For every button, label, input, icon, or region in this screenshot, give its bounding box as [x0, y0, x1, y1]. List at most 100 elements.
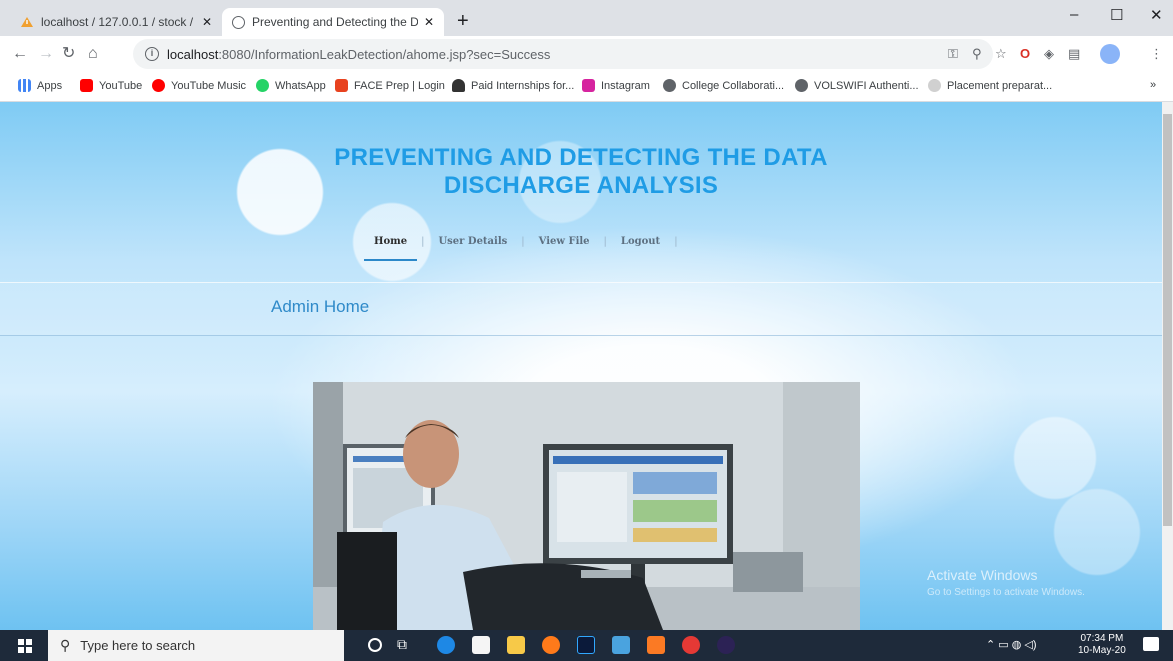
scrollbar-thumb[interactable]	[1163, 114, 1172, 526]
page-title: PREVENTING AND DETECTING THE DATA DISCHA…	[0, 144, 1162, 200]
firefox-icon[interactable]	[542, 636, 560, 654]
bookmarks-overflow-button[interactable]: »	[1150, 79, 1156, 91]
face-prep-icon	[335, 79, 348, 92]
bookmark-internships[interactable]: Paid Internships for...	[452, 79, 574, 92]
eclipse-icon[interactable]	[717, 636, 735, 654]
chrome-icon[interactable]	[682, 636, 700, 654]
bookmark-placement[interactable]: Placement preparat...	[928, 79, 1052, 92]
url-path: :8080/InformationLeakDetection/ahome.jsp…	[218, 46, 551, 62]
taskbar-clock[interactable]: 07:34 PM 10-May-20	[1078, 633, 1126, 657]
bookmark-volswifi[interactable]: VOLSWIFI Authenti...	[795, 79, 919, 92]
windows-taskbar: ⚲ Type here to search ⧉ ⌃ ▭ ◍ ◁) 07:34 P…	[0, 630, 1173, 661]
opera-extension-icon[interactable]: O	[1020, 46, 1030, 61]
photoshop-icon[interactable]	[577, 636, 595, 654]
browser-toolbar: ← → ↻ ⌂ i localhost:8080/InformationLeak…	[0, 36, 1173, 72]
bookmark-label: YouTube	[99, 79, 143, 92]
globe-icon	[232, 15, 245, 29]
file-explorer-icon[interactable]	[507, 636, 525, 654]
key-icon[interactable]: ⚿	[948, 46, 958, 62]
edge-icon[interactable]	[437, 636, 455, 654]
tab-title: localhost / 127.0.0.1 / stock / reg	[41, 15, 196, 29]
section-heading: Admin Home	[271, 297, 370, 316]
activate-windows-subtitle: Go to Settings to activate Windows.	[927, 587, 1085, 598]
globe-icon	[663, 79, 676, 92]
tab-title: Preventing and Detecting the Da	[252, 15, 418, 29]
profile-avatar[interactable]	[1100, 44, 1120, 64]
heading-band	[0, 282, 1162, 336]
cortana-icon[interactable]	[368, 638, 382, 652]
bookmark-youtube[interactable]: YouTube	[80, 79, 142, 92]
bookmark-label: Paid Internships for...	[471, 79, 575, 92]
nav-home[interactable]: Home	[360, 236, 421, 261]
bookmark-label: VOLSWIFI Authenti...	[814, 79, 919, 92]
bookmark-label: Placement preparat...	[947, 79, 1053, 92]
page-title-line-2: DISCHARGE ANALYSIS	[443, 172, 719, 199]
youtube-icon	[80, 79, 93, 92]
url-host: localhost	[167, 46, 219, 62]
bookmark-label: College Collaborati...	[682, 79, 785, 92]
bookmark-instagram[interactable]: Instagram	[582, 79, 650, 92]
nav-user-details[interactable]: User Details	[424, 236, 521, 247]
forward-icon[interactable]: →	[38, 44, 54, 64]
instagram-icon	[582, 79, 595, 92]
globe-icon	[795, 79, 808, 92]
activate-windows-title: Activate Windows	[927, 567, 1038, 583]
address-bar[interactable]: i localhost:8080/InformationLeakDetectio…	[133, 39, 993, 69]
phpmyadmin-icon	[20, 16, 34, 28]
new-tab-button[interactable]: +	[457, 11, 469, 31]
youtube-music-icon	[152, 79, 165, 92]
windows-start-icon[interactable]	[18, 639, 32, 653]
bookmark-label: YouTube Music	[171, 79, 247, 92]
virtualbox-icon[interactable]	[612, 636, 630, 654]
bookmark-label: Apps	[37, 79, 63, 92]
bookmark-youtube-music[interactable]: YouTube Music	[152, 79, 246, 92]
task-view-icon[interactable]: ⧉	[397, 636, 407, 653]
notification-icon[interactable]	[1143, 637, 1159, 651]
maximize-button[interactable]: ☐	[1110, 6, 1123, 24]
star-icon[interactable]: ☆	[995, 46, 1007, 62]
clipboard-extension-icon[interactable]: ▤	[1068, 46, 1080, 62]
clock-time: 07:34 PM	[1080, 633, 1124, 644]
bookmark-label: WhatsApp	[275, 79, 326, 92]
bookmark-face-prep[interactable]: FACE Prep | Login	[335, 79, 445, 92]
apps-grid-icon	[18, 79, 31, 92]
minimize-button[interactable]: –	[1070, 6, 1078, 23]
web-page: PREVENTING AND DETECTING THE DATA DISCHA…	[0, 102, 1162, 630]
page-scrollbar[interactable]	[1162, 102, 1173, 630]
bookmark-label: FACE Prep | Login	[354, 79, 445, 92]
menu-icon[interactable]: ⋮	[1150, 46, 1163, 62]
xampp-icon[interactable]	[647, 636, 665, 654]
taskbar-search-placeholder: Type here to search	[80, 638, 196, 653]
taskbar-search[interactable]: ⚲ Type here to search	[48, 630, 344, 661]
clock-date: 10-May-20	[1078, 645, 1126, 656]
office-photo-illustration	[313, 382, 860, 630]
bookmark-apps[interactable]: Apps	[18, 79, 62, 92]
office-worker-photo	[313, 382, 860, 630]
tab-phpmyadmin[interactable]: localhost / 127.0.0.1 / stock / reg ✕	[10, 8, 222, 36]
nav-view-file[interactable]: View File	[525, 236, 604, 247]
zoom-icon[interactable]: ⚲	[972, 46, 982, 62]
close-window-button[interactable]: ✕	[1150, 6, 1163, 24]
nav-separator: |	[674, 236, 678, 247]
close-tab-icon[interactable]: ✕	[202, 15, 212, 29]
bookmark-whatsapp[interactable]: WhatsApp	[256, 79, 326, 92]
back-icon[interactable]: ←	[12, 44, 28, 64]
whatsapp-icon	[256, 79, 269, 92]
search-icon: ⚲	[60, 637, 71, 653]
tab-strip: localhost / 127.0.0.1 / stock / reg ✕ Pr…	[0, 0, 1173, 36]
close-tab-icon[interactable]: ✕	[424, 15, 434, 29]
heart-icon	[452, 79, 465, 92]
nav-logout[interactable]: Logout	[607, 236, 674, 247]
main-nav: Home | User Details | View File | Logout…	[360, 236, 678, 261]
home-icon[interactable]: ⌂	[88, 44, 98, 64]
store-icon[interactable]	[472, 636, 490, 654]
bookmark-label: Instagram	[601, 79, 650, 92]
info-icon[interactable]: i	[145, 47, 159, 61]
tab-current[interactable]: Preventing and Detecting the Da ✕	[222, 8, 444, 36]
reload-icon[interactable]: ↻	[62, 44, 75, 64]
shield-extension-icon[interactable]: ◈	[1044, 46, 1054, 62]
bookmark-college[interactable]: College Collaborati...	[663, 79, 784, 92]
system-tray-icons[interactable]: ⌃ ▭ ◍ ◁)	[986, 638, 1037, 651]
page-title-line-1: PREVENTING AND DETECTING THE DATA	[334, 144, 828, 171]
bookmarks-bar: Apps YouTube YouTube Music WhatsApp FACE…	[0, 72, 1173, 102]
